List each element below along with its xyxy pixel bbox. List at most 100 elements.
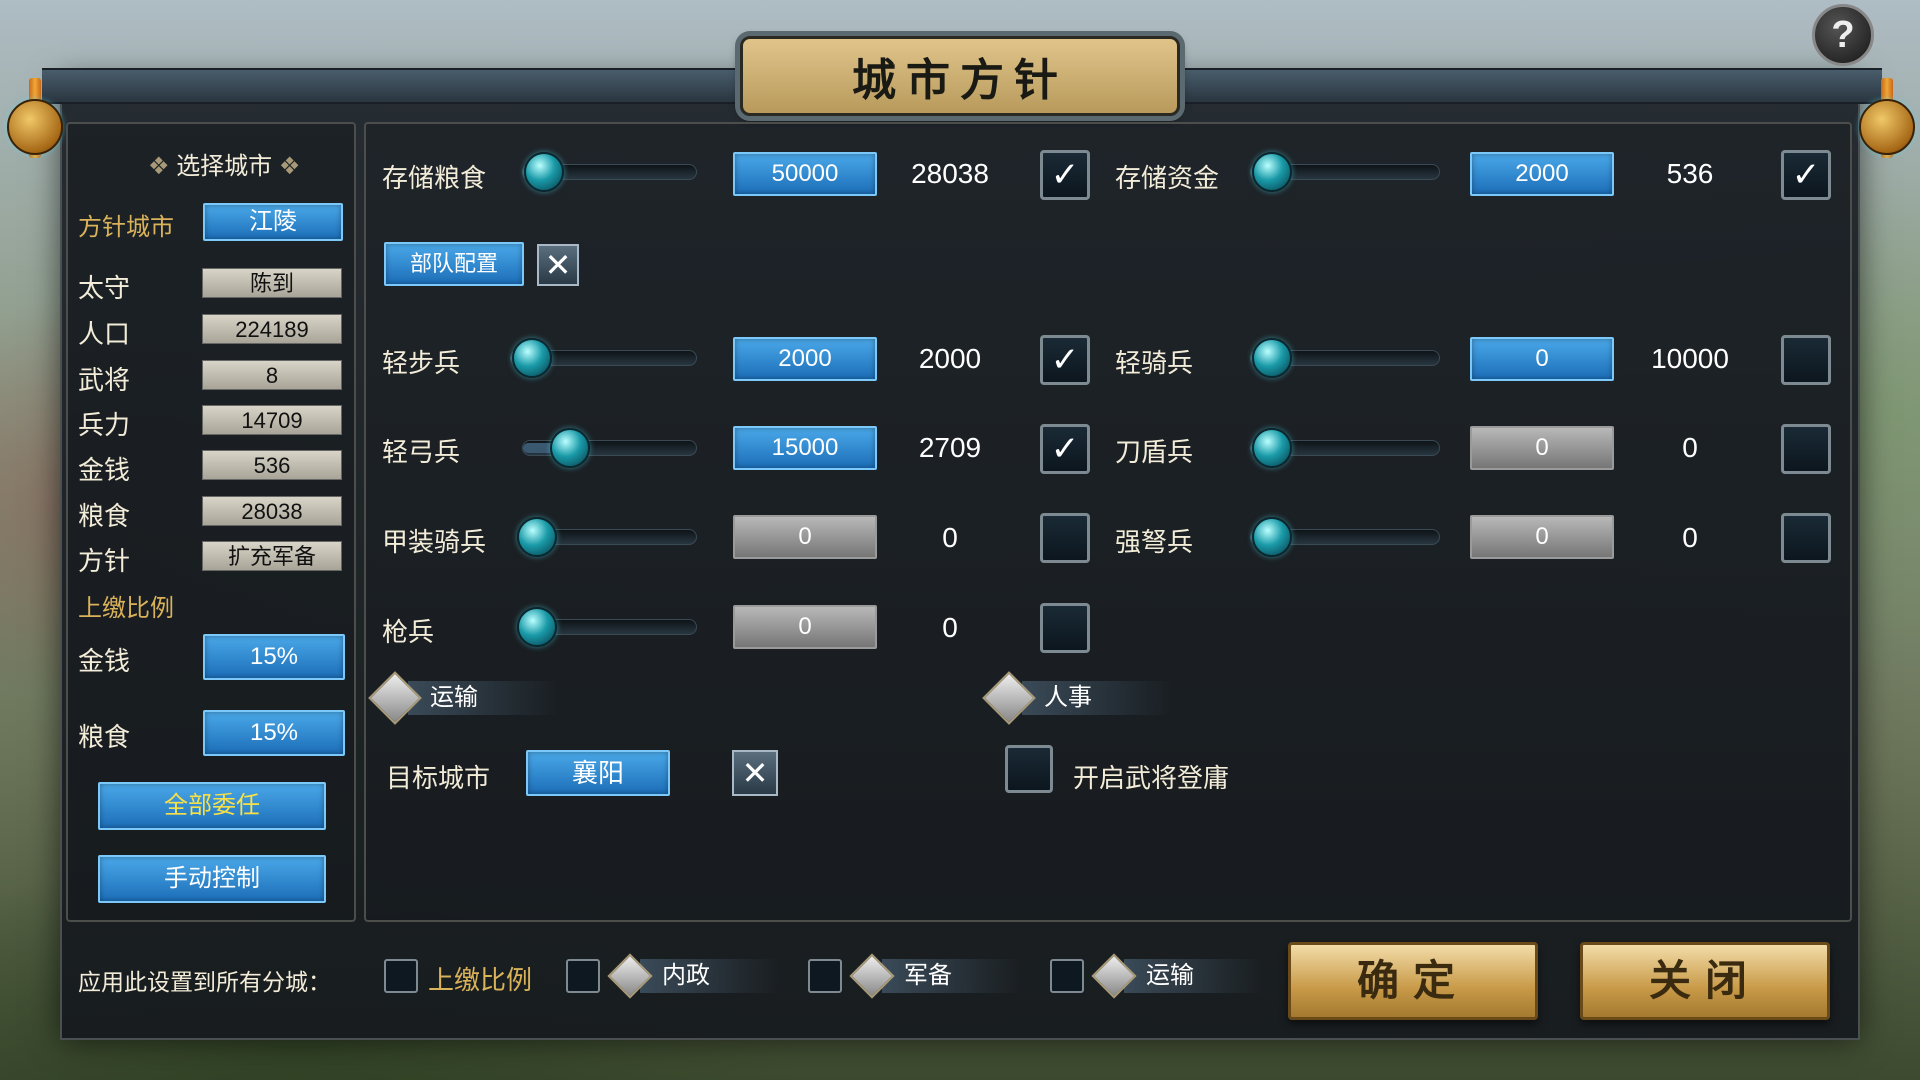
sword-shield-checkbox[interactable]: [1781, 424, 1831, 474]
light-cavalry-input[interactable]: 0: [1470, 337, 1614, 381]
apply-transport-option: 运输: [1091, 953, 1264, 999]
slider-knob[interactable]: [517, 607, 557, 647]
target-city-select[interactable]: 襄阳: [526, 750, 670, 796]
light-infantry-input[interactable]: 2000: [733, 337, 877, 381]
troop-label: 轻弓兵: [382, 437, 461, 467]
crossbow-checkbox[interactable]: [1781, 513, 1831, 563]
target-city-clear-icon[interactable]: ✕: [732, 750, 778, 796]
store-food-input[interactable]: 50000: [733, 152, 877, 196]
stat-label: 粮食: [78, 501, 131, 531]
tribute-header: 上缴比例: [78, 595, 174, 622]
transport-header-label: 运输: [408, 681, 558, 715]
transport-section-header: 运输: [368, 671, 558, 725]
light-archer-checkbox[interactable]: ✓: [1040, 424, 1090, 474]
apply-military-option: 军备: [849, 953, 1022, 999]
store-food-current: 28038: [911, 158, 989, 189]
tribute-money-select[interactable]: 15%: [203, 634, 345, 680]
stat-label: 方针: [78, 546, 131, 576]
apply-military-checkbox[interactable]: [808, 959, 842, 993]
store-money-current: 536: [1666, 158, 1714, 189]
light-infantry-slider[interactable]: [510, 338, 697, 378]
store-food-checkbox[interactable]: ✓: [1040, 150, 1090, 200]
store-money-slider[interactable]: [1250, 152, 1440, 192]
troop-label: 强弩兵: [1115, 527, 1194, 557]
apply-domestic-option: 内政: [607, 953, 780, 999]
apply-transport-label: 运输: [1124, 959, 1264, 993]
sword-shield-input[interactable]: 0: [1470, 426, 1614, 470]
stat-value-money: 536: [202, 450, 342, 480]
crossbow-input[interactable]: 0: [1470, 515, 1614, 559]
store-money-checkbox[interactable]: ✓: [1781, 150, 1831, 200]
spearman-checkbox[interactable]: [1040, 603, 1090, 653]
light-cavalry-slider[interactable]: [1250, 338, 1440, 378]
troop-label: 甲装骑兵: [382, 527, 487, 557]
transport-icon: [368, 671, 422, 725]
apply-all-label: 应用此设置到所有分城：: [78, 969, 331, 995]
tribute-label: 粮食: [78, 722, 131, 752]
slider-knob[interactable]: [1252, 152, 1292, 192]
right-scroll-rod: [1859, 72, 1915, 272]
armored-cavalry-checkbox[interactable]: [1040, 513, 1090, 563]
policy-settings-panel: [364, 122, 1852, 922]
slider-knob[interactable]: [1252, 338, 1292, 378]
stat-value-population: 224189: [202, 314, 342, 344]
left-scroll-rod: [7, 72, 63, 272]
crossbow-slider[interactable]: [1250, 517, 1440, 557]
sword-shield-current: 0: [1682, 432, 1698, 463]
slider-knob[interactable]: [512, 338, 552, 378]
armored-cavalry-slider[interactable]: [517, 517, 697, 557]
apply-transport-checkbox[interactable]: [1050, 959, 1084, 993]
stat-label: 人口: [78, 319, 131, 349]
armored-cavalry-current: 0: [942, 522, 958, 553]
window-title: 城市方针: [852, 55, 1068, 106]
stat-label: 武将: [78, 365, 131, 395]
store-food-label: 存储粮食: [382, 163, 487, 193]
recruit-generals-label: 开启武将登庸: [1073, 763, 1230, 793]
help-button[interactable]: ?: [1812, 4, 1874, 66]
personnel-header-label: 人事: [1022, 681, 1172, 715]
troop-label: 轻骑兵: [1115, 348, 1194, 378]
policy-city-label: 方针城市: [78, 214, 174, 241]
slider-knob[interactable]: [550, 428, 590, 468]
spearman-slider[interactable]: [517, 607, 697, 647]
store-money-input[interactable]: 2000: [1470, 152, 1614, 196]
slider-knob[interactable]: [524, 152, 564, 192]
apply-domestic-label: 内政: [640, 959, 780, 993]
title-plate: 城市方针: [740, 36, 1180, 116]
apply-domestic-checkbox[interactable]: [566, 959, 600, 993]
light-archer-input[interactable]: 15000: [733, 426, 877, 470]
crossbow-current: 0: [1682, 522, 1698, 553]
store-money-label: 存储资金: [1115, 163, 1220, 193]
apply-tribute-label: 上缴比例: [428, 965, 533, 995]
sword-shield-slider[interactable]: [1250, 428, 1440, 468]
select-city-header: ❖ 选择城市 ❖: [148, 153, 301, 180]
apply-tribute-checkbox[interactable]: [384, 959, 418, 993]
slider-knob[interactable]: [517, 517, 557, 557]
troop-config-button[interactable]: 部队配置: [384, 242, 524, 286]
tribute-food-select[interactable]: 15%: [203, 710, 345, 756]
slider-knob[interactable]: [1252, 428, 1292, 468]
troop-config-close-icon[interactable]: ✕: [537, 244, 579, 286]
target-city-label: 目标城市: [386, 763, 491, 793]
recruit-generals-checkbox[interactable]: [1005, 745, 1053, 793]
armored-cavalry-input[interactable]: 0: [733, 515, 877, 559]
store-food-slider[interactable]: [522, 152, 697, 192]
manual-control-button[interactable]: 手动控制: [98, 855, 326, 903]
close-button[interactable]: 关闭: [1580, 942, 1830, 1020]
light-infantry-checkbox[interactable]: ✓: [1040, 335, 1090, 385]
delegate-all-button[interactable]: 全部委任: [98, 782, 326, 830]
light-infantry-current: 2000: [918, 343, 982, 374]
stat-label: 金钱: [78, 455, 131, 485]
light-archer-slider[interactable]: [522, 428, 697, 468]
light-cavalry-checkbox[interactable]: [1781, 335, 1831, 385]
troop-label: 轻步兵: [382, 348, 461, 378]
spearman-current: 0: [942, 612, 958, 643]
select-city-label: 选择城市: [176, 153, 273, 180]
personnel-section-header: 人事: [982, 671, 1172, 725]
tribute-label: 金钱: [78, 646, 131, 676]
slider-knob[interactable]: [1252, 517, 1292, 557]
stat-value-policy: 扩充军备: [202, 541, 342, 571]
confirm-button[interactable]: 确定: [1288, 942, 1538, 1020]
spearman-input[interactable]: 0: [733, 605, 877, 649]
policy-city-select[interactable]: 江陵: [203, 203, 343, 241]
